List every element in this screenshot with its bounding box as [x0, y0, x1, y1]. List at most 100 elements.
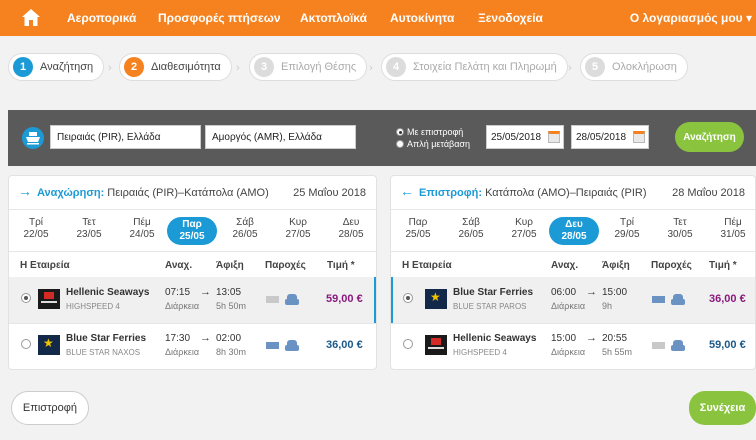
round-trip-label: Με επιστροφή — [407, 127, 464, 137]
sailing-row[interactable]: Hellenic Seaways HIGHSPEED 4 15:00 → 20:… — [391, 323, 755, 369]
radio-selected-icon[interactable] — [403, 293, 413, 303]
step-search[interactable]: 1 Αναζήτηση — [8, 53, 105, 81]
duration-label: Διάρκεια — [165, 347, 200, 357]
day-tab-selected[interactable]: Παρ 25/05 — [167, 217, 217, 245]
origin-input[interactable]: Πειραιάς (PIR), Ελλάδα — [50, 125, 201, 149]
day-name: Κυρ — [289, 217, 307, 228]
radio-selected-icon[interactable] — [396, 128, 404, 136]
step-label: Στοιχεία Πελάτη και Πληρωμή — [413, 61, 557, 73]
top-nav: Αεροπορικά Προσφορές πτήσεων Ακτοπλοϊκά … — [0, 0, 756, 36]
return-panel: ← Επιστροφή: Κατάπολα (AMO)–Πειραιάς (PI… — [390, 175, 756, 370]
continue-button[interactable]: Συνέχεια — [689, 391, 756, 425]
day-tab[interactable]: Δευ 28/05 — [328, 217, 374, 241]
panel-header: → Αναχώρηση: Πειραιάς (PIR)–Κατάπολα (AM… — [9, 176, 376, 210]
panel-title: Αναχώρηση: Πειραιάς (PIR)–Κατάπολα (AMO) — [37, 187, 269, 199]
price: 59,00 € — [709, 339, 746, 351]
step-availability[interactable]: 2 Διαθεσιμότητα — [119, 53, 232, 81]
nav-cars[interactable]: Αυτοκίνητα — [390, 11, 454, 25]
return-date-input[interactable]: 28/05/2018 — [571, 125, 649, 149]
day-tab-selected[interactable]: Δευ 28/05 — [549, 217, 599, 245]
day-name: Δευ — [565, 219, 583, 230]
duration-label: Διάρκεια — [551, 347, 586, 357]
step-completion: 5 Ολοκλήρωση — [580, 53, 688, 81]
arrival-time: 02:00 — [216, 333, 242, 344]
departure-time: 07:15 — [165, 287, 191, 298]
one-way-option[interactable]: Απλή μετάβαση — [396, 139, 470, 149]
back-button[interactable]: Επιστροφή — [11, 391, 89, 425]
price: 59,00 € — [326, 293, 363, 305]
blue-star-ferries-logo — [38, 335, 60, 355]
day-date: 25/05 — [179, 231, 205, 242]
nav-flight-deals[interactable]: Προσφορές πτήσεων — [158, 11, 281, 25]
day-tab[interactable]: Πέμ 31/05 — [710, 217, 755, 241]
day-tab[interactable]: Σάβ 26/05 — [222, 217, 268, 241]
one-way-label: Απλή μετάβαση — [407, 139, 470, 149]
car-icon — [285, 340, 299, 352]
step-number: 3 — [254, 57, 274, 77]
destination-input[interactable]: Αμοργός (AMR), Ελλάδα — [205, 125, 356, 149]
radio-icon[interactable] — [396, 140, 404, 148]
arrow-right-icon: → — [586, 286, 597, 298]
day-name: Τετ — [673, 217, 687, 228]
duration-value: 5h 55m — [602, 347, 633, 357]
chevron-right-icon: › — [108, 62, 112, 74]
calendar-icon[interactable] — [633, 131, 645, 143]
day-date: 26/05 — [458, 229, 484, 240]
day-tab[interactable]: Κυρ 27/05 — [275, 217, 321, 241]
departure-time: 17:30 — [165, 333, 191, 344]
day-date: 27/05 — [511, 229, 537, 240]
departure-time: 06:00 — [551, 287, 577, 298]
radio-selected-icon[interactable] — [21, 293, 31, 303]
duration-value: 5h 50m — [216, 301, 247, 311]
selection-indicator — [374, 277, 376, 323]
arrow-right-icon: → — [200, 332, 211, 344]
day-name: Δευ — [342, 217, 360, 228]
cabin-icon — [652, 296, 665, 303]
outbound-panel: → Αναχώρηση: Πειραιάς (PIR)–Κατάπολα (AM… — [8, 175, 377, 370]
panel-title: Επιστροφή: Κατάπολα (AMO)–Πειραιάς (PIR) — [419, 187, 647, 199]
day-tab[interactable]: Σάβ 26/05 — [448, 217, 494, 241]
day-tab[interactable]: Τετ 23/05 — [66, 217, 112, 241]
sailing-row[interactable]: Blue Star Ferries BLUE STAR PAROS 06:00 … — [391, 277, 755, 323]
panel-date: 25 Μαΐου 2018 — [293, 187, 366, 199]
day-date: 25/05 — [405, 229, 431, 240]
day-tab[interactable]: Τετ 30/05 — [657, 217, 703, 241]
day-tab[interactable]: Παρ 25/05 — [395, 217, 441, 241]
nav-ferries[interactable]: Ακτοπλοϊκά — [300, 11, 367, 25]
chevron-right-icon: › — [568, 62, 572, 74]
step-number: 1 — [13, 57, 33, 77]
day-tab[interactable]: Τρί 22/05 — [13, 217, 59, 241]
day-tab[interactable]: Κυρ 27/05 — [501, 217, 547, 241]
price: 36,00 € — [326, 339, 363, 351]
day-tab[interactable]: Τρί 29/05 — [604, 217, 650, 241]
day-tab[interactable]: Πέμ 24/05 — [119, 217, 165, 241]
company-name: Hellenic Seaways — [453, 333, 537, 344]
col-price: Τιμή * — [709, 260, 737, 271]
home-icon[interactable] — [22, 9, 40, 26]
day-date: 28/05 — [561, 231, 587, 242]
depart-date-input[interactable]: 25/05/2018 — [486, 125, 564, 149]
nav-flights[interactable]: Αεροπορικά — [67, 11, 136, 25]
round-trip-option[interactable]: Με επιστροφή — [396, 127, 463, 137]
step-customer-payment: 4 Στοιχεία Πελάτη και Πληρωμή — [381, 53, 568, 81]
search-button[interactable]: Αναζήτηση — [675, 122, 744, 152]
col-company: Η Εταιρεία — [20, 260, 70, 271]
panel-header: ← Επιστροφή: Κατάπολα (AMO)–Πειραιάς (PI… — [391, 176, 755, 210]
car-icon — [671, 294, 685, 306]
day-name: Τετ — [82, 217, 96, 228]
step-seat-selection: 3 Επιλογή Θέσης — [249, 53, 368, 81]
selection-indicator — [391, 277, 393, 323]
radio-icon[interactable] — [403, 339, 413, 349]
account-menu[interactable]: Ο λογαριασμός μου ▾ — [630, 11, 752, 25]
sailing-row[interactable]: Hellenic Seaways HIGHSPEED 4 07:15 → 13:… — [9, 277, 376, 323]
nav-hotels[interactable]: Ξενοδοχεία — [478, 11, 543, 25]
route-label: Κατάπολα (AMO)–Πειραιάς (PIR) — [482, 187, 647, 199]
radio-icon[interactable] — [21, 339, 31, 349]
vessel-name: BLUE STAR NAXOS — [66, 348, 141, 357]
cabin-icon — [266, 296, 279, 303]
direction-label: Επιστροφή: — [419, 187, 483, 199]
calendar-icon[interactable] — [548, 131, 560, 143]
arrow-right-icon: → — [18, 183, 32, 199]
sailing-row[interactable]: Blue Star Ferries BLUE STAR NAXOS 17:30 … — [9, 323, 376, 369]
duration-label: Διάρκεια — [165, 301, 200, 311]
